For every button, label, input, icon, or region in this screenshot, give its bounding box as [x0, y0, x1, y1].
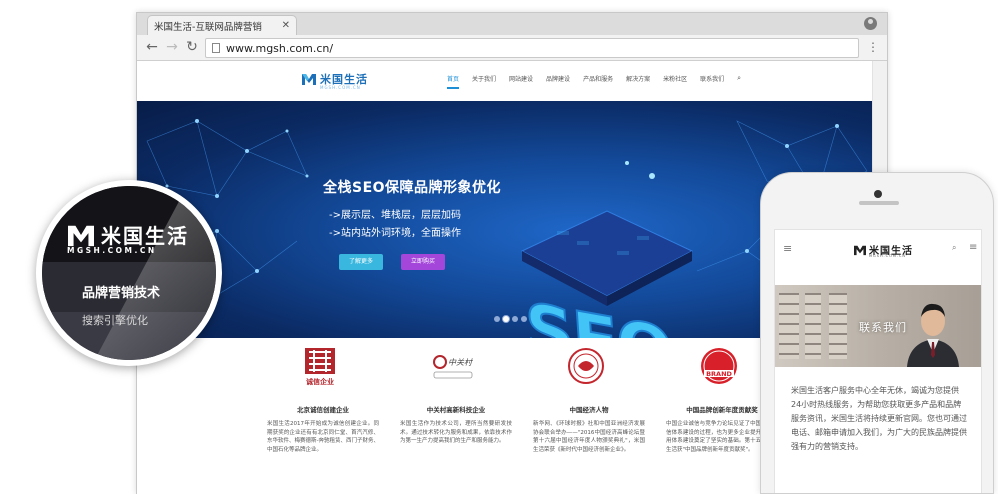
search-icon[interactable]: ⌕: [952, 243, 956, 253]
honor-name: 中国经济人物: [569, 406, 609, 414]
badge-logo-text: 米国生活: [101, 224, 189, 248]
search-icon[interactable]: ⌕: [737, 74, 741, 83]
mobile-screen: ≡ 米国生活 MGSH.COM.CN ⌕ ≡ 联系我们 米国生活客户服务中心全年…: [774, 229, 982, 493]
integrity-logo-caption: 诚信企业: [306, 377, 334, 386]
honor-desc: 米国生活作为技术公司，理所当然要研发技术。通过技术转化为服务和成果，依靠技术作为…: [400, 421, 512, 444]
nav-solutions[interactable]: 解决方案: [626, 74, 650, 83]
menu-icon[interactable]: ≡: [969, 242, 977, 253]
speaker-grille: [859, 201, 899, 205]
carousel-dot-active[interactable]: [503, 316, 509, 322]
carousel-dots: [494, 316, 530, 322]
honor-name: 北京诚信创建企业: [297, 406, 349, 414]
tab-strip: 米国生活-互联网品牌营销 ✕: [137, 13, 887, 35]
carousel-dot[interactable]: [521, 316, 527, 322]
contact-banner: 联系我们: [775, 285, 981, 367]
nav-products[interactable]: 产品和服务: [583, 74, 613, 83]
site-logo[interactable]: 米国生活 MGSH.COM.CN: [301, 71, 368, 90]
nav-about[interactable]: 关于我们: [472, 74, 496, 83]
badge-face: 米国生活 MGSH.COM.CN 品牌营销技术 搜索引擎优化: [42, 186, 216, 360]
learn-more-button[interactable]: 了解更多: [339, 254, 383, 270]
economy-logo-icon: [568, 348, 604, 384]
browser-menu-icon[interactable]: ⋮: [867, 38, 879, 56]
mobile-logo-mark-icon: [854, 245, 866, 255]
badge-logo: 米国生活: [66, 220, 189, 249]
brand-award-caption: BRAND: [706, 370, 732, 378]
site-logo-sub: MGSH.COM.CN: [320, 85, 361, 90]
url-text[interactable]: www.mgsh.com.cn/: [226, 42, 333, 55]
person-photo: [907, 303, 959, 367]
hamburger-icon[interactable]: ≡: [783, 242, 792, 255]
carousel-dot[interactable]: [494, 316, 500, 322]
back-icon[interactable]: ←: [143, 38, 161, 56]
mobile-device: ≡ 米国生活 MGSH.COM.CN ⌕ ≡ 联系我们 米国生活客户服务中心全年…: [760, 172, 994, 494]
bookshelf-decoration: [829, 293, 847, 359]
bookshelf-decoration: [805, 293, 821, 359]
hero-line-1: ->展示层、堆栈层，层层加码: [329, 210, 461, 221]
reload-icon[interactable]: ↻: [183, 38, 201, 56]
honor-desc: 米国生活2017年开始成为诚信创建企业。同期获奖的企业还有有北京同仁堂、首汽汽修…: [267, 421, 379, 453]
bookshelf-decoration: [779, 293, 799, 359]
nav-home[interactable]: 首页: [447, 74, 460, 89]
browser-toolbar: ← → ↻ www.mgsh.com.cn/ ⋮: [137, 35, 887, 61]
profile-icon[interactable]: [864, 17, 877, 30]
honor-name: 中关村高新科技企业: [426, 406, 486, 414]
address-bar[interactable]: www.mgsh.com.cn/: [205, 38, 859, 58]
zgc-logo-caption: 中关村: [448, 358, 473, 367]
seo-artwork: SEO: [520, 161, 694, 338]
mobile-header: ≡ 米国生活 MGSH.COM.CN ⌕ ≡: [775, 230, 981, 270]
integrity-logo-icon: 诚信企业: [305, 348, 335, 386]
nav-web[interactable]: 网站建设: [509, 74, 533, 83]
nav-community[interactable]: 米粉社区: [663, 74, 687, 83]
main-nav: 首页 关于我们 网站建设 品牌建设 产品和服务 解决方案 米粉社区 联系我们 ⌕: [447, 74, 741, 89]
badge-logo-mark-icon: [68, 225, 94, 246]
banner-title: 联系我们: [859, 321, 907, 334]
mobile-logo[interactable]: 米国生活 MGSH.COM.CN: [853, 242, 913, 258]
contact-description: 米国生活客户服务中心全年无休，竭诚为您提供24小时热线服务，为帮助您获取更多产品…: [791, 386, 967, 451]
honor-desc: 新华网、《环球时报》社和中国亚洲经济发展协会联合举办——"2016中国经济高峰论…: [533, 421, 645, 453]
nav-contact[interactable]: 联系我们: [700, 74, 724, 83]
tab-title: 米国生活-互联网品牌营销: [154, 21, 262, 33]
browser-tab[interactable]: 米国生活-互联网品牌营销 ✕: [147, 15, 297, 35]
hero-line-2: ->站内站外词环境，全面操作: [329, 228, 461, 239]
badge-title: 品牌营销技术: [82, 286, 161, 301]
carousel-dot[interactable]: [512, 316, 518, 322]
brand-award-logo-icon: BRAND: [701, 348, 737, 384]
page-icon: [212, 43, 220, 53]
site-header: 米国生活 MGSH.COM.CN 首页 关于我们 网站建设 品牌建设 产品和服务…: [137, 61, 874, 101]
zgc-logo-icon: 中关村: [433, 355, 473, 379]
close-icon[interactable]: ✕: [282, 20, 290, 31]
mobile-logo-sub: MGSH.COM.CN: [869, 254, 907, 258]
forward-icon[interactable]: →: [163, 38, 181, 56]
hero-title: 全栈SEO保障品牌形象优化: [323, 180, 502, 196]
badge-subtitle: 搜索引擎优化: [82, 314, 148, 327]
brand-badge: 米国生活 MGSH.COM.CN 品牌营销技术 搜索引擎优化: [36, 180, 222, 366]
badge-logo-sub: MGSH.COM.CN: [67, 246, 157, 255]
buy-now-button[interactable]: 立即购买: [401, 254, 445, 270]
nav-brand[interactable]: 品牌建设: [546, 74, 570, 83]
logo-mark-icon: [302, 74, 316, 85]
camera-icon: [874, 190, 882, 198]
